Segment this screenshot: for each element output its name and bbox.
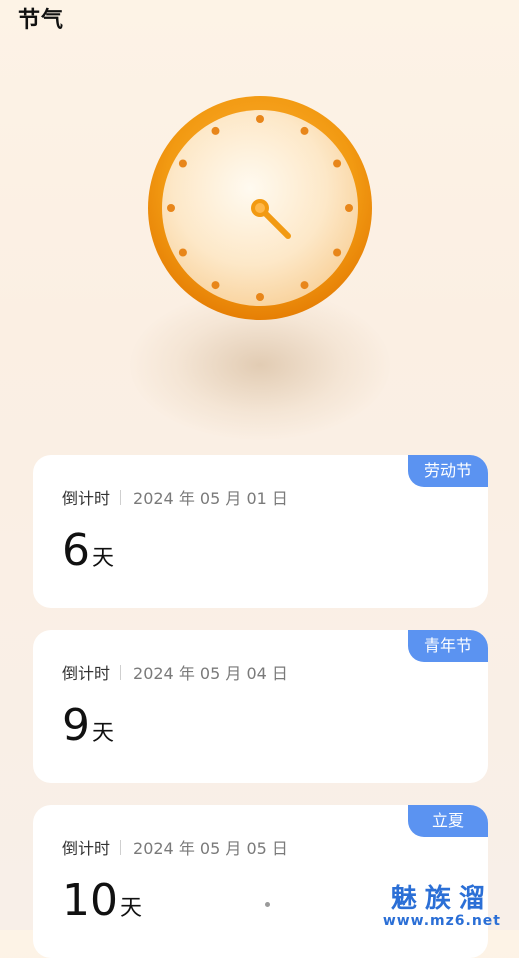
target-date: 2024 年 05 月 01 日: [133, 489, 288, 508]
clock-tick-dot: [333, 159, 342, 168]
countdown-label: 倒计时: [62, 489, 111, 508]
clock-tick-dot: [300, 126, 309, 135]
clock-illustration: [120, 80, 400, 440]
festival-tag: 劳动节: [408, 455, 488, 487]
countdown-label: 倒计时: [62, 664, 111, 683]
watermark-text: 魅族溜: [390, 884, 493, 914]
clock-tick-dot: [300, 281, 309, 290]
clock-tick-dot: [345, 204, 353, 212]
days-remaining: 9 天: [62, 700, 114, 751]
clock-icon: [148, 96, 372, 320]
days-number: 9: [62, 700, 90, 751]
days-number: 10: [62, 875, 118, 926]
countdown-row: 倒计时 2024 年 05 月 05 日: [62, 835, 288, 859]
festival-tag: 立夏: [408, 805, 488, 837]
countdown-row: 倒计时 2024 年 05 月 01 日: [62, 485, 288, 509]
watermark: 魅族溜 www.mz6.net: [383, 884, 501, 928]
clock-tick-dot: [178, 159, 187, 168]
clock-tick-dot: [256, 293, 264, 301]
clock-tick-dot: [167, 204, 175, 212]
days-number: 6: [62, 525, 90, 576]
clock-tick-dot: [333, 248, 342, 257]
clock-tick-dot: [178, 248, 187, 257]
days-unit: 天: [120, 896, 143, 921]
target-date: 2024 年 05 月 04 日: [133, 664, 288, 683]
clock-tick-dot: [211, 126, 220, 135]
countdown-row: 倒计时 2024 年 05 月 04 日: [62, 660, 288, 684]
days-remaining: 6 天: [62, 525, 114, 576]
page-indicator-dot: [265, 902, 270, 907]
divider: [120, 664, 122, 680]
page-title: 节气: [18, 8, 65, 33]
watermark-url: www.mz6.net: [382, 913, 501, 929]
countdown-card-youth-day[interactable]: 青年节 倒计时 2024 年 05 月 04 日 9 天: [33, 630, 488, 783]
clock-tick-dot: [256, 115, 264, 123]
divider: [120, 839, 122, 855]
countdown-card-labor-day[interactable]: 劳动节 倒计时 2024 年 05 月 01 日 6 天: [33, 455, 488, 608]
divider: [120, 489, 122, 505]
countdown-card-start-of-summer[interactable]: 立夏 倒计时 2024 年 05 月 05 日 10 天: [33, 805, 488, 958]
clock-tick-dot: [211, 281, 220, 290]
days-unit: 天: [92, 546, 115, 571]
countdown-label: 倒计时: [62, 839, 111, 858]
days-unit: 天: [92, 721, 115, 746]
festival-tag: 青年节: [408, 630, 488, 662]
days-remaining: 10 天: [62, 875, 142, 926]
target-date: 2024 年 05 月 05 日: [133, 839, 288, 858]
